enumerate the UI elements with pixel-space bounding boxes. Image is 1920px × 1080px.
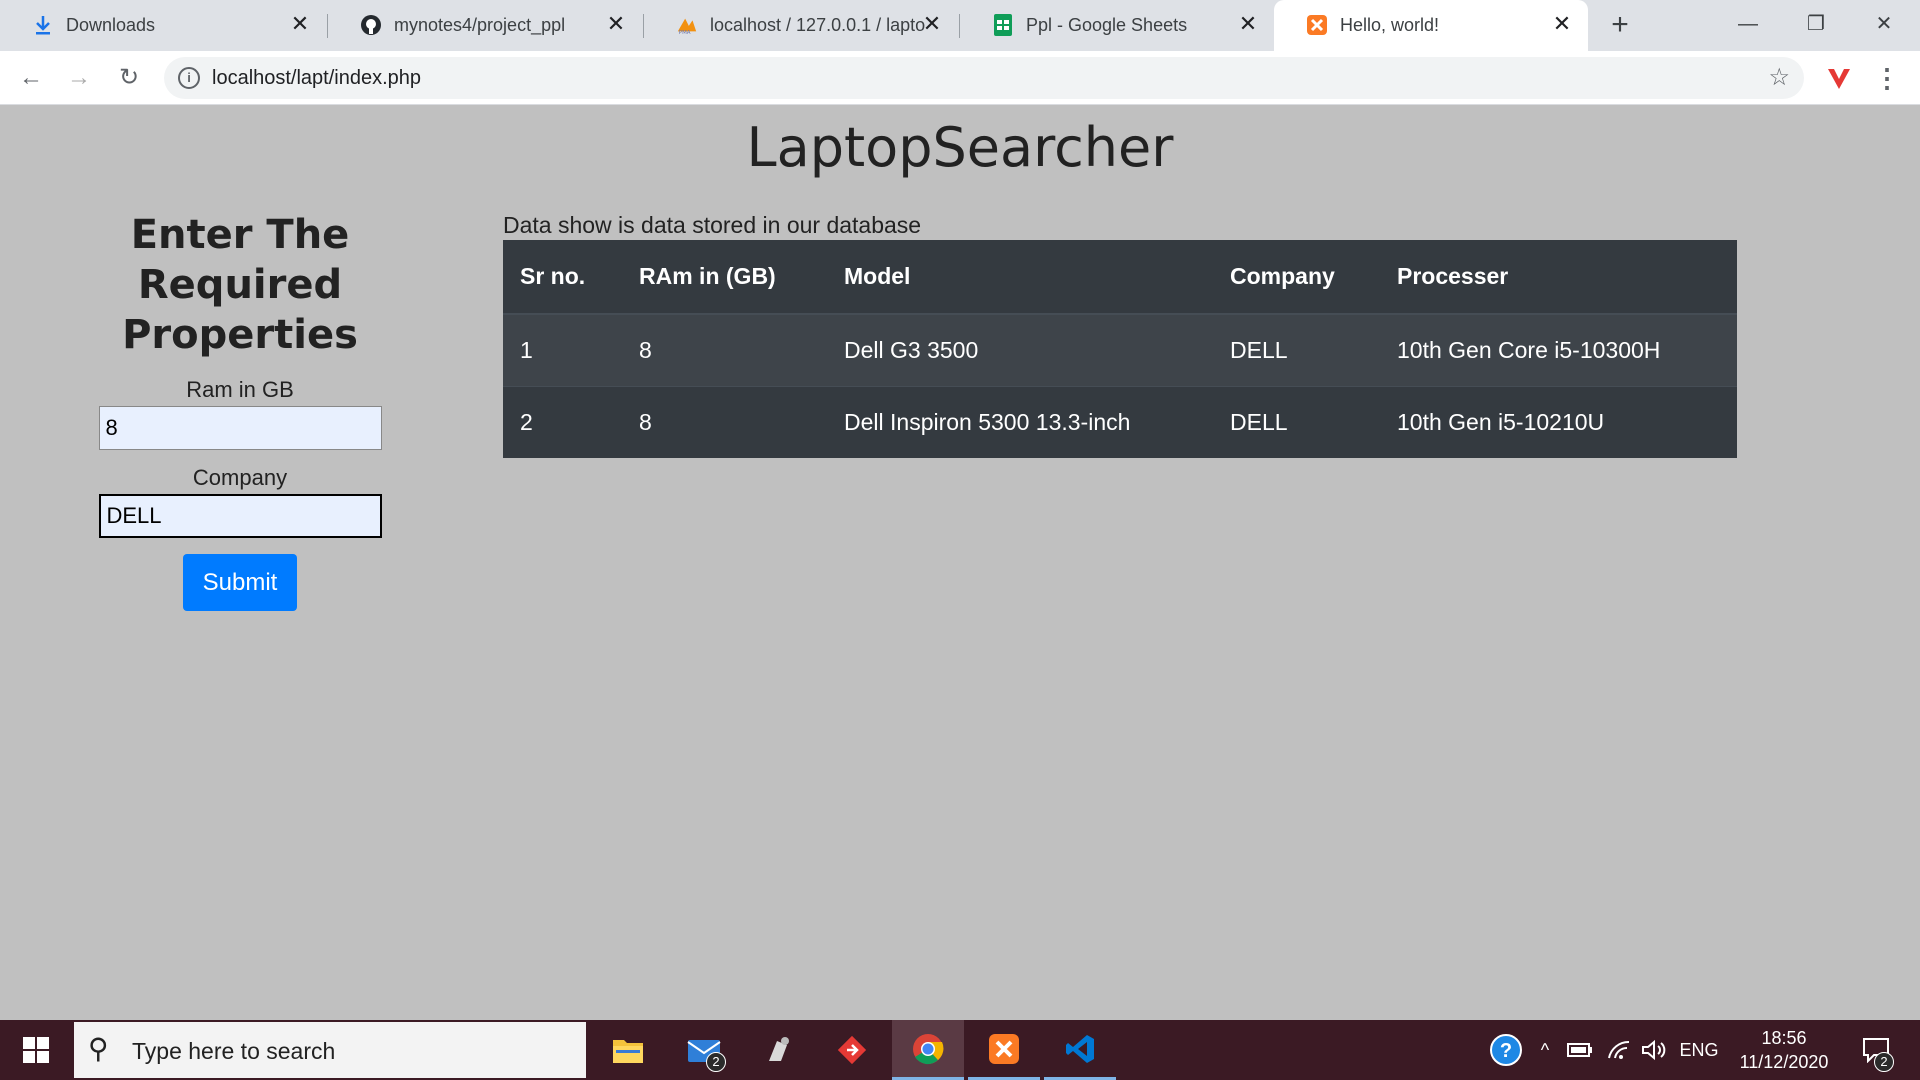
- table-cell: 8: [622, 385, 827, 458]
- company-input[interactable]: [98, 494, 382, 538]
- windows-icon: [23, 1037, 49, 1063]
- column-header: Company: [1213, 240, 1380, 315]
- tab-phpmyadmin[interactable]: PMA localhost / 127.0.0.1 / lapto ✕: [644, 0, 958, 51]
- restore-button[interactable]: ❐: [1798, 6, 1834, 42]
- bookmark-star-icon[interactable]: ☆: [1768, 65, 1790, 91]
- close-window-button[interactable]: ✕: [1866, 6, 1902, 42]
- github-icon: [360, 14, 382, 36]
- extension-icon[interactable]: [1824, 63, 1854, 93]
- search-form: Enter The Required Properties Ram in GB …: [40, 210, 440, 611]
- table-header-row: Sr no. RAm in (GB) Model Company Process…: [503, 240, 1737, 315]
- ram-label: Ram in GB: [186, 377, 294, 402]
- xampp-icon[interactable]: [968, 1020, 1040, 1080]
- search-icon: ⚲: [88, 1033, 109, 1064]
- address-bar[interactable]: i localhost/lapt/index.php ☆: [164, 57, 1804, 99]
- table-cell: Dell Inspiron 5300 13.3-inch: [827, 385, 1213, 458]
- snipping-icon[interactable]: [742, 1020, 814, 1080]
- table-cell: 2: [503, 385, 622, 458]
- page-title: LaptopSearcher: [746, 116, 1174, 179]
- close-icon[interactable]: ✕: [1236, 12, 1260, 36]
- close-icon[interactable]: ✕: [920, 12, 944, 36]
- clock-date: 11/12/2020: [1739, 1052, 1829, 1072]
- column-header: Sr no.: [503, 240, 622, 315]
- browser-tab-strip: Downloads ✕ mynotes4/project_ppl ✕ PMA l…: [0, 0, 1920, 51]
- web-page: LaptopSearcher Enter The Required Proper…: [0, 106, 1920, 1020]
- forward-button[interactable]: →: [62, 61, 96, 95]
- close-icon[interactable]: ✕: [1550, 12, 1574, 36]
- chevron-up-icon[interactable]: ^: [1530, 1020, 1560, 1080]
- volume-icon[interactable]: [1638, 1020, 1670, 1080]
- column-header: Model: [827, 240, 1213, 315]
- tab-hello-world[interactable]: Hello, world! ✕: [1274, 0, 1588, 51]
- tab-title: Downloads: [66, 15, 156, 35]
- tab-title: Hello, world!: [1340, 15, 1440, 35]
- phpmyadmin-icon: PMA: [676, 14, 698, 36]
- table-cell: 10th Gen Core i5-10300H: [1380, 313, 1737, 386]
- svg-text:?: ?: [1500, 1040, 1512, 1062]
- help-icon[interactable]: ?: [1486, 1020, 1526, 1080]
- sheets-icon: [992, 14, 1014, 36]
- table-row: 1 8 Dell G3 3500 DELL 10th Gen Core i5-1…: [503, 313, 1737, 386]
- address-url[interactable]: localhost/lapt/index.php: [212, 67, 421, 89]
- notification-badge: 2: [1874, 1052, 1894, 1072]
- svg-text:PMA: PMA: [679, 30, 691, 36]
- clock[interactable]: 18:56 11/12/2020: [1724, 1026, 1844, 1074]
- tab-title: localhost / 127.0.0.1 / lapto: [710, 15, 926, 35]
- back-button[interactable]: ←: [14, 61, 48, 95]
- form-heading: Enter The Required Properties: [122, 212, 358, 358]
- clock-time: 18:56: [1761, 1028, 1807, 1048]
- info-icon[interactable]: i: [178, 67, 200, 89]
- wifi-icon[interactable]: [1604, 1020, 1634, 1080]
- close-icon[interactable]: ✕: [288, 12, 312, 36]
- table-cell: DELL: [1213, 385, 1380, 458]
- windows-taskbar: ⚲ Type here to search 2 ? ^ ENG 18:56 11…: [0, 1020, 1920, 1080]
- ram-input[interactable]: [98, 406, 382, 450]
- table-cell: DELL: [1213, 313, 1380, 386]
- results-table: Sr no. RAm in (GB) Model Company Process…: [503, 240, 1737, 458]
- vscode-icon[interactable]: [1044, 1020, 1116, 1080]
- mail-badge: 2: [706, 1052, 726, 1072]
- browser-menu-icon[interactable]: ⋮: [1874, 61, 1900, 95]
- company-label: Company: [192, 465, 288, 490]
- download-icon: [32, 14, 54, 36]
- table-cell: 10th Gen i5-10210U: [1380, 385, 1737, 458]
- results-caption: Data show is data stored in our database: [503, 212, 922, 238]
- close-icon[interactable]: ✕: [604, 12, 628, 36]
- tab-github[interactable]: mynotes4/project_ppl ✕: [328, 0, 642, 51]
- tab-title: mynotes4/project_ppl: [394, 15, 566, 35]
- file-explorer-icon[interactable]: [592, 1020, 664, 1080]
- tab-title: Ppl - Google Sheets: [1026, 15, 1188, 35]
- table-cell: 8: [622, 313, 827, 386]
- new-tab-button[interactable]: +: [1604, 10, 1636, 42]
- xampp-icon: [1306, 14, 1328, 36]
- language-indicator[interactable]: ENG: [1676, 1020, 1722, 1080]
- git-icon[interactable]: [816, 1020, 888, 1080]
- tab-downloads[interactable]: Downloads ✕: [0, 0, 326, 51]
- table-cell: 1: [503, 313, 622, 386]
- tab-google-sheets[interactable]: Ppl - Google Sheets ✕: [960, 0, 1274, 51]
- reload-button[interactable]: ↻: [112, 61, 146, 95]
- search-placeholder: Type here to search: [132, 1038, 336, 1064]
- chrome-icon[interactable]: [892, 1020, 964, 1080]
- table-row: 2 8 Dell Inspiron 5300 13.3-inch DELL 10…: [503, 385, 1737, 458]
- submit-button[interactable]: Submit: [183, 554, 297, 611]
- notification-icon[interactable]: 2: [1852, 1020, 1900, 1080]
- column-header: RAm in (GB): [622, 240, 827, 315]
- table-cell: Dell G3 3500: [827, 313, 1213, 386]
- browser-toolbar: ← → ↻ i localhost/lapt/index.php ☆ ⋮: [0, 51, 1920, 105]
- results-section: Data show is data stored in our database…: [503, 210, 1737, 458]
- taskbar-search[interactable]: ⚲ Type here to search: [74, 1022, 586, 1078]
- battery-icon[interactable]: [1564, 1020, 1596, 1080]
- column-header: Processer: [1380, 240, 1737, 315]
- mail-icon[interactable]: 2: [668, 1020, 740, 1080]
- minimize-button[interactable]: —: [1730, 6, 1766, 42]
- start-button[interactable]: [0, 1020, 72, 1080]
